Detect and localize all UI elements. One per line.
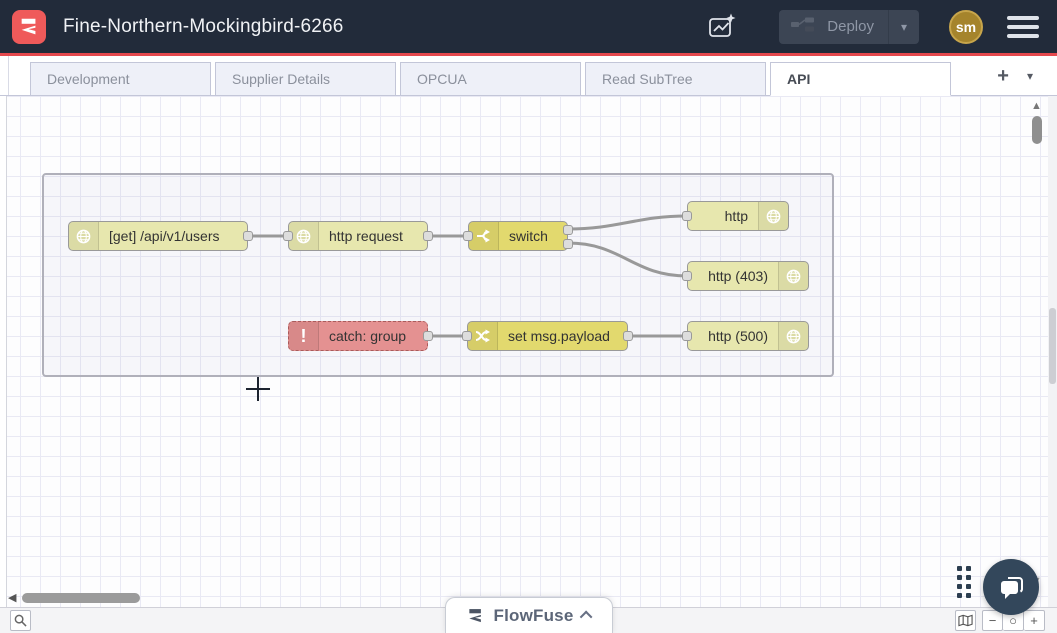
tab-read-subtree[interactable]: Read SubTree: [585, 62, 766, 95]
port[interactable]: [423, 331, 433, 341]
tab-label: Development: [47, 71, 130, 87]
exclamation-icon: !: [289, 322, 319, 350]
node-http-response-403[interactable]: http (403): [687, 261, 809, 291]
globe-icon: [778, 322, 808, 350]
node-label: http (403): [708, 262, 768, 290]
flowfuse-mark-icon: [466, 606, 485, 626]
flowfuse-node-red-editor: Fine-Northern-Mockingbird-6266: [0, 0, 1057, 633]
main-menu-icon[interactable]: [1007, 16, 1039, 38]
h-scroll-thumb[interactable]: [22, 593, 140, 603]
globe-icon: [758, 202, 788, 230]
tab-actions: + ▾: [997, 56, 1057, 95]
node-label: switch: [509, 222, 548, 250]
zoom-in-button[interactable]: +: [1024, 610, 1045, 631]
tabbar-left-divider: [8, 56, 9, 95]
node-http-response-500[interactable]: http (500): [687, 321, 809, 351]
shuffle-icon: [468, 322, 498, 350]
port[interactable]: [623, 331, 633, 341]
port[interactable]: [423, 231, 433, 241]
globe-icon: [289, 222, 319, 250]
tab-opcua[interactable]: OPCUA: [400, 62, 581, 95]
node-label: [get] /api/v1/users: [109, 222, 220, 250]
v-scroll-thumb[interactable]: [1032, 116, 1042, 144]
globe-icon: [69, 222, 99, 250]
chevron-up-icon: [579, 611, 592, 624]
port[interactable]: [682, 331, 692, 341]
header-actions: Deploy ▾ sm: [705, 10, 1039, 44]
tab-development[interactable]: Development: [30, 62, 211, 95]
tab-supplier-details[interactable]: Supplier Details: [215, 62, 396, 95]
port[interactable]: [462, 331, 472, 341]
search-button[interactable]: [10, 610, 31, 631]
node-label: http (500): [708, 322, 768, 350]
switch-fork-icon: [469, 222, 499, 250]
flow-list-caret-icon[interactable]: ▾: [1027, 69, 1033, 83]
crosshair-cursor: [246, 377, 270, 401]
header: Fine-Northern-Mockingbird-6266: [0, 0, 1057, 56]
tab-label: OPCUA: [417, 71, 467, 87]
map-icon: [958, 614, 973, 627]
search-icon: [14, 614, 27, 627]
port[interactable]: [682, 211, 692, 221]
port[interactable]: [463, 231, 473, 241]
add-flow-icon[interactable]: +: [997, 66, 1009, 86]
deploy-button[interactable]: Deploy ▾: [779, 10, 919, 44]
chat-bubble-icon: [995, 571, 1027, 603]
flowfuse-logo-icon: [12, 10, 46, 44]
vertical-scrollbar[interactable]: ▲ ▼: [1030, 98, 1044, 587]
node-catch[interactable]: ! catch: group: [288, 321, 428, 351]
node-http-request[interactable]: http request: [288, 221, 428, 251]
tab-label: Supplier Details: [232, 71, 330, 87]
flow-canvas[interactable]: [get] /api/v1/users http request switch: [0, 96, 1057, 607]
chat-drag-handle-icon[interactable]: [957, 566, 971, 598]
deploy-options-caret[interactable]: ▾: [888, 10, 919, 44]
node-label: set msg.payload: [508, 322, 610, 350]
node-http-response[interactable]: http: [687, 201, 789, 231]
flowfuse-toolbar-toggle[interactable]: FlowFuse: [445, 597, 613, 633]
port[interactable]: [563, 239, 573, 249]
user-avatar[interactable]: sm: [949, 10, 983, 44]
page-scrollbar[interactable]: [1048, 96, 1057, 607]
node-label: http: [725, 202, 748, 230]
tab-label: Read SubTree: [602, 71, 693, 87]
zoom-out-button[interactable]: −: [982, 610, 1003, 631]
node-http-in[interactable]: [get] /api/v1/users: [68, 221, 248, 251]
node-label: catch: group: [329, 322, 406, 350]
port[interactable]: [563, 225, 573, 235]
deploy-nodes-icon: [791, 17, 815, 37]
deploy-button-label: Deploy: [827, 18, 874, 35]
navigator-button[interactable]: [955, 610, 976, 631]
tab-api-active[interactable]: API: [770, 62, 951, 96]
globe-icon: [778, 262, 808, 290]
instance-title: Fine-Northern-Mockingbird-6266: [63, 16, 344, 38]
flow-tabbar: Development Supplier Details OPCUA Read …: [0, 56, 1057, 96]
scroll-up-icon[interactable]: ▲: [1031, 100, 1042, 112]
chat-widget-button[interactable]: [983, 559, 1039, 615]
node-change[interactable]: set msg.payload: [467, 321, 628, 351]
flow-assistant-icon[interactable]: [705, 10, 739, 44]
scroll-left-icon[interactable]: ◀: [8, 593, 16, 604]
tab-label: API: [787, 71, 810, 87]
port[interactable]: [682, 271, 692, 281]
flowfuse-label: FlowFuse: [494, 606, 574, 626]
port[interactable]: [283, 231, 293, 241]
node-switch[interactable]: switch: [468, 221, 568, 251]
page-scroll-thumb[interactable]: [1049, 308, 1056, 384]
node-label: http request: [329, 222, 403, 250]
port[interactable]: [243, 231, 253, 241]
collapsed-left-panel[interactable]: [0, 96, 7, 607]
